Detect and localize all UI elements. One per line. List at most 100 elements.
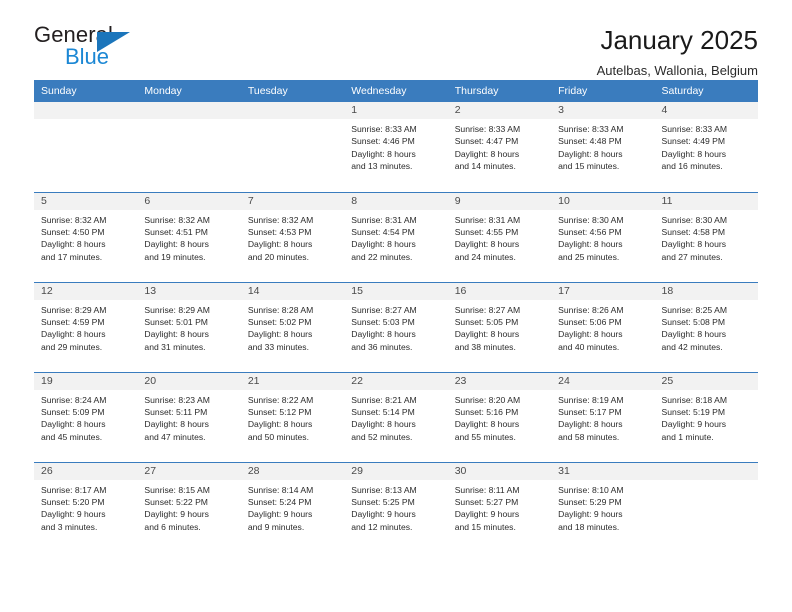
daylight-text-line2: and 3 minutes.	[41, 521, 98, 532]
sunrise-text: Sunrise: 8:10 AM	[558, 484, 624, 495]
sunset-text: Sunset: 4:50 PM	[41, 226, 105, 237]
daylight-text-line2: and 33 minutes.	[247, 341, 309, 352]
day-cell[interactable]: 1 Sunrise: 8:33 AM Sunset: 4:46 PM Daylight…	[344, 102, 448, 192]
day-number: 23	[447, 372, 552, 390]
daylight-text-line2: and 42 minutes.	[661, 341, 723, 352]
day-cell[interactable]: 26 Sunrise: 8:17 AM Sunset: 5:20 PM Dayligh…	[34, 461, 138, 552]
day-number: 3	[551, 102, 655, 119]
daylight-text-line1: Daylight: 9 hours	[41, 509, 106, 520]
daylight-text-line1: Daylight: 8 hours	[558, 329, 623, 340]
sunset-text: Sunset: 5:08 PM	[661, 316, 726, 327]
daylight-text-line2: and 45 minutes.	[41, 431, 103, 442]
day-cell[interactable]: 30 Sunrise: 8:11 AM Sunset: 5:27 PM Dayligh…	[447, 461, 552, 552]
daylight-text-line2: and 40 minutes.	[558, 341, 620, 352]
day-details: Sunrise: 8:25 AM Sunset: 5:08 PM Daylight:…	[655, 300, 758, 354]
day-cell[interactable]: 31 Sunrise: 8:10 AM Sunset: 5:29 PM Dayligh…	[551, 461, 655, 552]
weekday-header-row: Sunday Monday Tuesday Wednesday Thursday Frid…	[34, 80, 758, 102]
sunset-text: Sunset: 4:56 PM	[558, 226, 622, 237]
daylight-text-line1: Daylight: 8 hours	[351, 239, 416, 250]
day-details: Sunrise: 8:33 AM Sunset: 4:48 PM Daylight:…	[551, 119, 654, 173]
daylight-text-line2: and 13 minutes.	[351, 161, 413, 172]
calendar-body: 1 Sunrise: 8:33 AM Sunset: 4:46 PM Daylight…	[34, 102, 758, 552]
day-cell[interactable]: 13 Sunrise: 8:29 AM Sunset: 5:01 PM Dayligh…	[137, 281, 241, 372]
daylight-text-line1: Daylight: 8 hours	[247, 419, 313, 430]
calendar-page: General Blue January 2025 Autelbas, Wall…	[0, 0, 792, 612]
day-cell[interactable]: 3 Sunrise: 8:33 AM Sunset: 4:48 PM Daylight…	[551, 102, 655, 192]
day-number: 9	[447, 192, 552, 210]
day-details: Sunrise: 8:30 AM Sunset: 4:56 PM Daylight:…	[551, 210, 654, 264]
day-number: 27	[137, 462, 241, 480]
day-number: 6	[137, 192, 241, 210]
daylight-text-line1: Daylight: 8 hours	[247, 329, 313, 340]
day-details: Sunrise: 8:32 AM Sunset: 4:53 PM Daylight:…	[241, 210, 344, 264]
sunset-text: Sunset: 5:19 PM	[661, 406, 726, 417]
sunset-text: Sunset: 5:12 PM	[247, 406, 312, 417]
day-number: 25	[654, 372, 758, 390]
day-cell[interactable]: 10 Sunrise: 8:30 AM Sunset: 4:56 PM Dayligh…	[551, 191, 655, 282]
weekday-header-friday: Friday	[551, 80, 655, 102]
day-cell[interactable]: 4 Sunrise: 8:33 AM Sunset: 4:49 PM Daylight…	[654, 102, 758, 192]
sunrise-text: Sunrise: 8:20 AM	[454, 394, 521, 405]
day-cell[interactable]: 27 Sunrise: 8:15 AM Sunset: 5:22 PM Dayligh…	[137, 461, 241, 552]
day-details: Sunrise: 8:30 AM Sunset: 4:58 PM Daylight:…	[655, 210, 758, 264]
day-cell[interactable]: 12 Sunrise: 8:29 AM Sunset: 4:59 PM Dayligh…	[34, 281, 138, 372]
daylight-text-line1: Daylight: 8 hours	[351, 419, 416, 430]
daylight-text-line2: and 58 minutes.	[558, 431, 620, 442]
day-cell[interactable]: 28 Sunrise: 8:14 AM Sunset: 5:24 PM Dayligh…	[240, 461, 345, 552]
daylight-text-line1: Daylight: 9 hours	[144, 509, 209, 520]
day-cell[interactable]: 19 Sunrise: 8:24 AM Sunset: 5:09 PM Dayligh…	[34, 371, 138, 462]
daylight-text-line2: and 17 minutes.	[41, 251, 103, 262]
day-cell[interactable]: 22 Sunrise: 8:21 AM Sunset: 5:14 PM Dayligh…	[344, 371, 448, 462]
day-number	[654, 462, 758, 480]
day-cell[interactable]: 8 Sunrise: 8:31 AM Sunset: 4:54 PM Daylight…	[344, 191, 448, 282]
daylight-text-line2: and 29 minutes.	[41, 341, 103, 352]
day-cell[interactable]: 24 Sunrise: 8:19 AM Sunset: 5:17 PM Dayligh…	[551, 371, 655, 462]
sunset-text: Sunset: 5:24 PM	[247, 496, 312, 507]
day-cell[interactable]: 11 Sunrise: 8:30 AM Sunset: 4:58 PM Dayligh…	[654, 191, 758, 282]
day-number: 7	[240, 192, 345, 210]
sunrise-text: Sunrise: 8:29 AM	[41, 304, 107, 315]
weekday-header-thursday: Thursday	[447, 80, 552, 102]
daylight-text-line1: Daylight: 9 hours	[351, 509, 416, 520]
day-cell[interactable]: 20 Sunrise: 8:23 AM Sunset: 5:11 PM Dayligh…	[137, 371, 241, 462]
sunrise-text: Sunrise: 8:32 AM	[144, 214, 210, 225]
day-cell[interactable]: 5 Sunrise: 8:32 AM Sunset: 4:50 PM Daylight…	[34, 191, 138, 282]
logo-text-blue: Blue	[65, 44, 110, 69]
daylight-text-line1: Daylight: 8 hours	[144, 239, 209, 250]
week-row: 26 Sunrise: 8:17 AM Sunset: 5:20 PM Dayligh…	[34, 461, 758, 552]
sunrise-text: Sunrise: 8:11 AM	[454, 484, 520, 495]
day-cell[interactable]: 17 Sunrise: 8:26 AM Sunset: 5:06 PM Dayligh…	[551, 281, 655, 372]
day-cell[interactable]: 18 Sunrise: 8:25 AM Sunset: 5:08 PM Dayligh…	[654, 281, 758, 372]
daylight-text-line2: and 1 minute.	[661, 431, 714, 442]
daylight-text-line1: Daylight: 8 hours	[41, 239, 106, 250]
daylight-text-line1: Daylight: 8 hours	[558, 148, 623, 159]
day-cell[interactable]: 2 Sunrise: 8:33 AM Sunset: 4:47 PM Daylight…	[447, 102, 552, 192]
day-cell[interactable]: 29 Sunrise: 8:13 AM Sunset: 5:25 PM Dayligh…	[344, 461, 448, 552]
day-cell[interactable]: 25 Sunrise: 8:18 AM Sunset: 5:19 PM Dayligh…	[654, 371, 758, 462]
day-number: 10	[551, 192, 655, 210]
day-details: Sunrise: 8:29 AM Sunset: 4:59 PM Daylight:…	[34, 300, 137, 354]
daylight-text-line1: Daylight: 8 hours	[41, 419, 106, 430]
day-details: Sunrise: 8:32 AM Sunset: 4:50 PM Daylight:…	[34, 210, 137, 264]
daylight-text-line2: and 27 minutes.	[661, 251, 723, 262]
sunset-text: Sunset: 4:54 PM	[351, 226, 415, 237]
weekday-header-wednesday: Wednesday	[344, 80, 448, 102]
day-cell[interactable]: 21 Sunrise: 8:22 AM Sunset: 5:12 PM Dayligh…	[240, 371, 345, 462]
daylight-text-line1: Daylight: 8 hours	[144, 419, 209, 430]
daylight-text-line2: and 55 minutes.	[454, 431, 516, 442]
day-cell[interactable]: 6 Sunrise: 8:32 AM Sunset: 4:51 PM Daylight…	[137, 191, 241, 282]
day-details: Sunrise: 8:27 AM Sunset: 5:05 PM Daylight:…	[448, 300, 551, 354]
week-row: 19 Sunrise: 8:24 AM Sunset: 5:09 PM Dayligh…	[34, 371, 758, 462]
day-cell[interactable]: 14 Sunrise: 8:28 AM Sunset: 5:02 PM Dayligh…	[240, 281, 345, 372]
day-cell[interactable]: 16 Sunrise: 8:27 AM Sunset: 5:05 PM Dayligh…	[447, 281, 552, 372]
sunset-text: Sunset: 4:46 PM	[351, 136, 415, 147]
daylight-text-line2: and 18 minutes.	[558, 521, 620, 532]
day-cell[interactable]: 9 Sunrise: 8:31 AM Sunset: 4:55 PM Daylight…	[447, 191, 552, 282]
day-details: Sunrise: 8:33 AM Sunset: 4:47 PM Daylight:…	[448, 119, 551, 173]
day-cell[interactable]: 15 Sunrise: 8:27 AM Sunset: 5:03 PM Dayligh…	[344, 281, 448, 372]
day-number: 13	[137, 282, 241, 300]
day-cell[interactable]: 7 Sunrise: 8:32 AM Sunset: 4:53 PM Daylight…	[240, 191, 345, 282]
daylight-text-line1: Daylight: 8 hours	[661, 148, 727, 159]
day-cell[interactable]: 23 Sunrise: 8:20 AM Sunset: 5:16 PM Dayligh…	[447, 371, 552, 462]
daylight-text-line2: and 19 minutes.	[144, 251, 206, 262]
